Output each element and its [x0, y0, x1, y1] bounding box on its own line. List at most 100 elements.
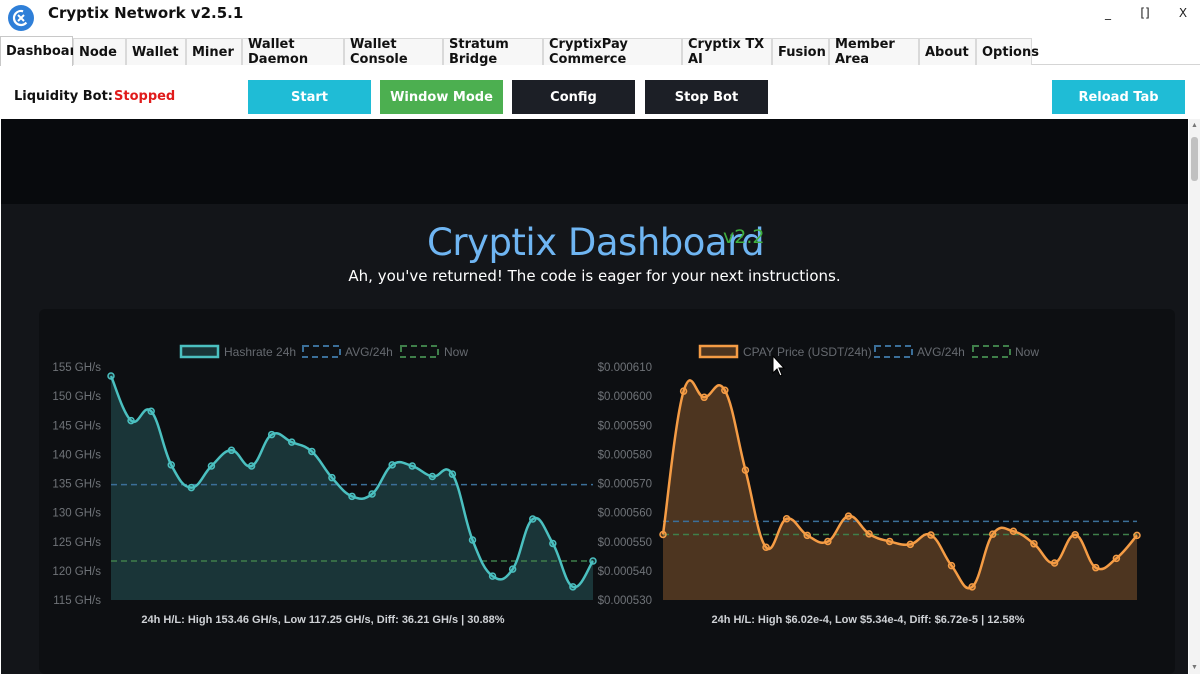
- hashrate-y-tick-label: 150 GH/s: [52, 391, 101, 403]
- bot-status-badge: Stopped: [114, 89, 176, 104]
- price-data-point: [1009, 527, 1018, 536]
- config-button[interactable]: Config: [512, 80, 635, 114]
- hashrate-data-point: [468, 536, 477, 544]
- hashrate-legend-swatch: [302, 345, 341, 358]
- price-data-point: [700, 393, 708, 402]
- hashrate-y-tick-label: 120 GH/s: [52, 566, 101, 578]
- hashrate-data-point: [147, 407, 155, 416]
- hashrate-data-point: [308, 447, 316, 456]
- hashrate-y-tick-label: 140 GH/s: [52, 449, 101, 461]
- hashrate-data-point: [247, 462, 256, 470]
- tab-about[interactable]: About: [919, 38, 976, 65]
- hashrate-data-point: [408, 462, 416, 470]
- price-data-point: [762, 543, 770, 552]
- price-data-point: [885, 537, 894, 546]
- start-button[interactable]: Start: [248, 80, 371, 114]
- title-bar: Cryptix Network v2.5.1 _ [] X: [0, 0, 1200, 36]
- maximize-button[interactable]: []: [1134, 6, 1156, 20]
- price-y-tick-label: $0.000540: [598, 566, 652, 578]
- price-legend-label: CPAY Price (USDT/24h): [743, 345, 872, 359]
- tab-node[interactable]: Node: [73, 38, 126, 65]
- tab-dashboard[interactable]: Dashboard: [0, 36, 85, 66]
- stop-bot-button[interactable]: Stop Bot: [645, 80, 768, 114]
- price-y-tick-label: $0.000610: [598, 362, 652, 374]
- hashrate-legend-label: Now: [444, 345, 468, 359]
- price-legend-swatch: [874, 345, 913, 358]
- price-data-point: [721, 386, 729, 395]
- hashrate-data-point: [589, 557, 597, 565]
- price-data-point: [844, 512, 853, 520]
- price-data-point: [968, 583, 976, 591]
- minimize-button[interactable]: _: [1097, 6, 1119, 20]
- hashrate-data-point: [127, 416, 135, 425]
- price-data-point: [1133, 531, 1141, 540]
- price-footer-stats: 24h H/L: High $6.02e-4, Low $5.34e-4, Di…: [711, 614, 1024, 626]
- charts-canvas: 155 GH/s 150 GH/s 145 GH/s 140 GH/s 135 GH/s…: [52, 344, 1141, 626]
- tab-options[interactable]: Options: [976, 38, 1039, 65]
- hashrate-legend-swatch: [400, 345, 439, 358]
- scroll-down-arrow-icon[interactable]: ▼: [1191, 664, 1198, 671]
- hashrate-data-point: [368, 490, 376, 498]
- price-area-fill: [663, 380, 1137, 600]
- price-data-point: [659, 530, 667, 539]
- price-y-tick-label: $0.000590: [598, 420, 652, 432]
- price-y-tick-label: $0.000550: [598, 537, 652, 549]
- tab-fusion[interactable]: Fusion: [772, 38, 829, 65]
- hashrate-y-tick-label: 135 GH/s: [52, 479, 101, 491]
- hashrate-data-point: [488, 572, 497, 580]
- price-legend-swatch: [698, 344, 739, 359]
- tab-wallet[interactable]: Wallet: [126, 38, 186, 65]
- price-data-point: [988, 530, 997, 538]
- hashrate-data-point: [348, 492, 356, 501]
- hashrate-data-point: [267, 430, 276, 439]
- dashboard-webview: Cryptix Dashboard v2.2 Ah, you've return…: [1, 119, 1188, 674]
- hashrate-legend-label: AVG/24h: [345, 345, 393, 359]
- window-mode-button[interactable]: Window Mode: [380, 80, 503, 114]
- hashrate-data-point: [549, 539, 557, 548]
- hashrate-data-point: [187, 483, 196, 492]
- hashrate-legend-label: Hashrate 24h: [224, 345, 296, 359]
- price-data-point: [1050, 559, 1059, 567]
- price-data-point: [927, 531, 935, 539]
- price-legend-label: Now: [1015, 345, 1039, 359]
- hashrate-data-point: [167, 461, 175, 469]
- tab-cryptixpay-commerce[interactable]: CryptixPay Commerce: [543, 37, 682, 67]
- close-button[interactable]: X: [1172, 6, 1194, 20]
- hashrate-y-tick-label: 155 GH/s: [52, 362, 101, 374]
- price-data-point: [824, 537, 832, 546]
- hashrate-y-tick-label: 125 GH/s: [52, 537, 101, 549]
- hashrate-footer-stats: 24h H/L: High 153.46 GH/s, Low 117.25 GH…: [141, 614, 504, 626]
- hashrate-data-point: [508, 565, 517, 573]
- cryptix-logo-icon: [8, 5, 34, 31]
- price-legend-swatch: [972, 345, 1011, 358]
- tab-miner[interactable]: Miner: [186, 38, 242, 65]
- tab-member-area[interactable]: Member Area: [829, 37, 919, 67]
- tab-cryptix-tx-ai[interactable]: Cryptix TX AI: [682, 37, 772, 67]
- hashrate-data-point: [529, 515, 537, 523]
- hashrate-data-point: [207, 462, 216, 470]
- scroll-up-arrow-icon[interactable]: ▲: [1191, 122, 1198, 129]
- hashrate-data-point: [388, 461, 396, 469]
- price-data-point: [1030, 540, 1038, 548]
- tab-wallet-console[interactable]: Wallet Console: [344, 37, 443, 67]
- tab-bar: Dashboard Node Wallet Miner Wallet Daemo…: [0, 36, 1200, 67]
- price-y-tick-label: $0.000560: [598, 508, 652, 520]
- hashrate-data-point: [569, 583, 577, 591]
- price-y-tick-label: $0.000600: [598, 391, 652, 403]
- liquidity-bot-label: Liquidity Bot:: [14, 89, 113, 104]
- price-data-point: [947, 561, 956, 570]
- hashrate-data-point: [328, 473, 336, 482]
- hashrate-data-point: [227, 446, 236, 455]
- price-data-point: [1071, 531, 1079, 539]
- price-data-point: [906, 540, 915, 549]
- price-y-tick-label: $0.000570: [598, 479, 652, 491]
- tab-wallet-daemon[interactable]: Wallet Daemon: [242, 37, 344, 67]
- tab-stratum-bridge[interactable]: Stratum Bridge: [443, 37, 543, 67]
- price-data-point: [803, 531, 812, 540]
- scroll-thumb[interactable]: [1191, 137, 1198, 181]
- hashrate-area-fill: [111, 375, 593, 600]
- reload-tab-button[interactable]: Reload Tab: [1052, 80, 1185, 114]
- price-y-tick-label: $0.000530: [598, 595, 652, 607]
- vertical-scrollbar[interactable]: ▲ ▼: [1189, 119, 1200, 674]
- price-data-point: [1092, 563, 1100, 572]
